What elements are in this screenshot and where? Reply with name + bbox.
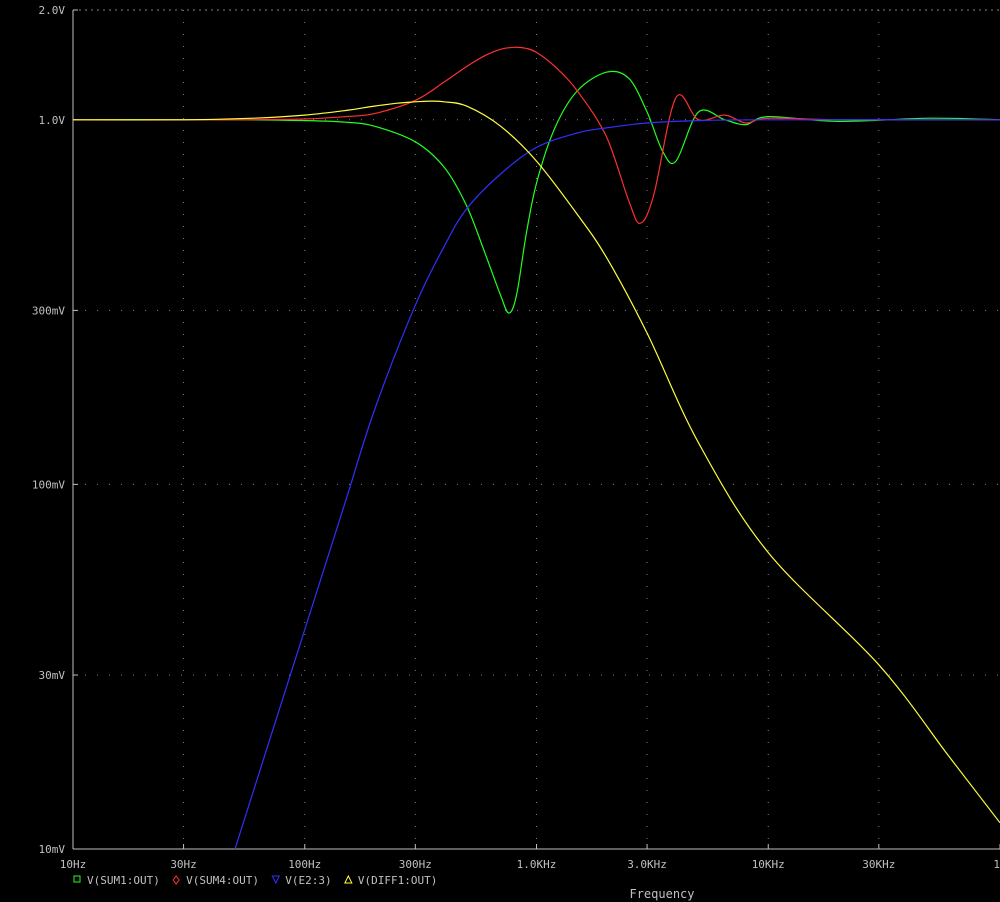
legend-label: V(SUM4:OUT) xyxy=(186,874,259,887)
legend-label: V(DIFF1:OUT) xyxy=(358,874,437,887)
y-tick-label: 300mV xyxy=(32,304,65,317)
x-tick-label: 300Hz xyxy=(399,858,432,871)
frequency-response-chart: 10Hz 30Hz 100Hz 300Hz 1.0KHz 3.0KHz 10KHz 30KHz… xyxy=(0,0,1000,902)
legend-label: V(SUM1:OUT) xyxy=(87,874,160,887)
x-tick-label: 3.0KHz xyxy=(627,858,667,871)
legend-label: V(E2:3) xyxy=(285,874,331,887)
y-tick-label: 1.0V xyxy=(39,114,66,127)
x-tick-label: 100Hz xyxy=(288,858,321,871)
x-tick-label: 10Hz xyxy=(60,858,87,871)
y-tick-label: 2.0V xyxy=(39,4,66,17)
x-tick-label: 30KHz xyxy=(862,858,895,871)
y-tick-label: 30mV xyxy=(39,669,66,682)
x-axis-label: Frequency xyxy=(629,887,694,901)
y-tick-label: 100mV xyxy=(32,478,65,491)
x-tick-label: 1.0KHz xyxy=(517,858,557,871)
plot-background xyxy=(0,0,1000,902)
legend: V(SUM1:OUT) V(SUM4:OUT) V(E2:3) V(DIFF1:OUT… xyxy=(73,874,437,887)
y-tick-label: 10mV xyxy=(39,843,66,856)
x-tick-label: 10KHz xyxy=(752,858,785,871)
x-tick-label: 1 xyxy=(993,858,1000,871)
x-tick-label: 30Hz xyxy=(170,858,197,871)
